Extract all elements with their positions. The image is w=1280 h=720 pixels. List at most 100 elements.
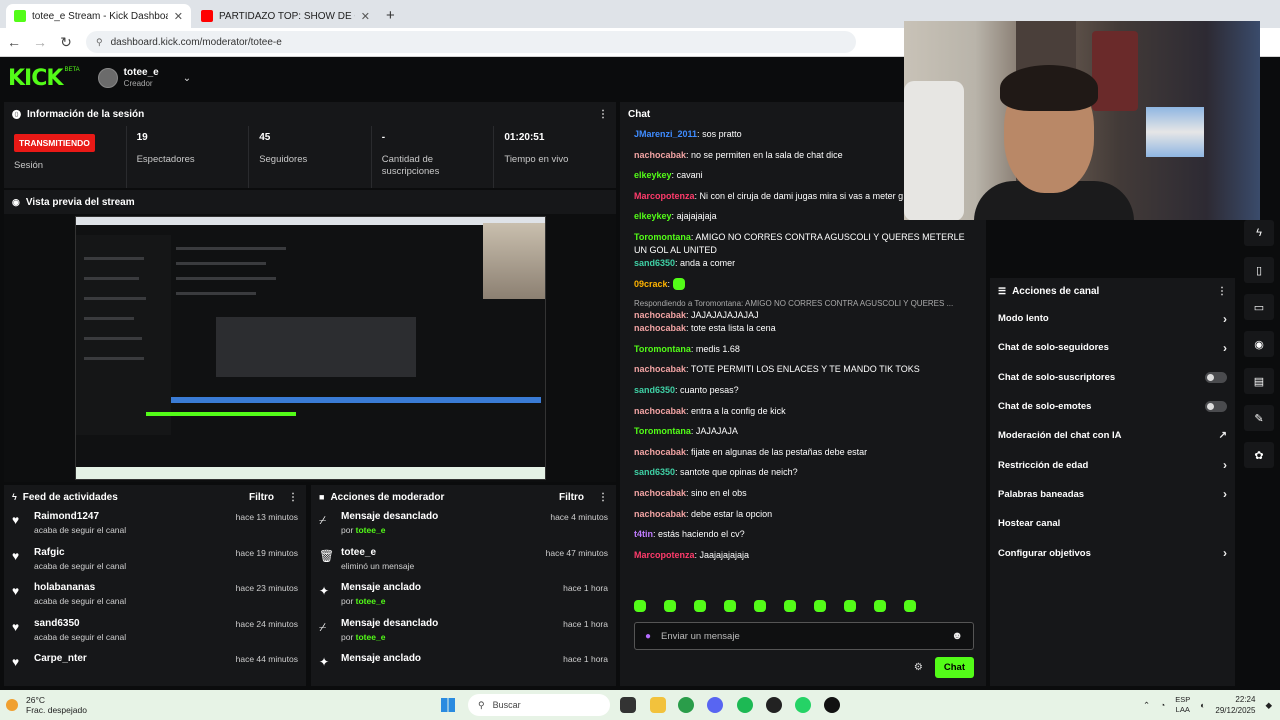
obs-icon[interactable] bbox=[766, 697, 782, 713]
clock[interactable]: 22:24 29/12/2025 bbox=[1215, 694, 1255, 716]
feed-user[interactable]: Carpe_nter bbox=[34, 653, 236, 664]
browser-tab-youtube[interactable]: PARTIDAZO TOP: SHOW DE GO ✕ bbox=[193, 4, 378, 28]
channel-action-configurar-objetivos[interactable]: Configurar objetivos › bbox=[990, 538, 1235, 567]
browser-tab-kick[interactable]: totee_e Stream - Kick Dashboa ✕ bbox=[6, 4, 191, 28]
bolt-icon[interactable]: ϟ bbox=[1244, 220, 1274, 246]
chat-username[interactable]: JMarenzi_2011 bbox=[634, 129, 697, 139]
mod-user[interactable]: totee_e bbox=[356, 632, 386, 642]
chat-username[interactable]: t4tin bbox=[634, 529, 653, 539]
feed-user[interactable]: Rafgic bbox=[34, 547, 236, 558]
user-menu[interactable]: totee_e Creador bbox=[124, 67, 159, 89]
wifi-icon[interactable]: ◔ bbox=[1160, 700, 1165, 710]
emote-icon[interactable] bbox=[874, 600, 886, 612]
more-options-icon[interactable]: ⋮ bbox=[288, 492, 298, 503]
chat-username[interactable]: sand6350 bbox=[634, 385, 675, 395]
spotify-icon[interactable] bbox=[737, 697, 753, 713]
chat-username[interactable]: nachocabak bbox=[634, 150, 686, 160]
emote-icon[interactable] bbox=[754, 600, 766, 612]
site-info-icon[interactable]: ⚲ bbox=[96, 37, 103, 48]
feed-user[interactable]: holabananas bbox=[34, 582, 236, 593]
emote-icon[interactable] bbox=[634, 600, 646, 612]
chat-message[interactable]: t4tin: estás haciendo el cv? bbox=[634, 528, 972, 549]
channel-action-restricci-n-de-edad[interactable]: Restricción de edad › bbox=[990, 450, 1235, 479]
emote-icon[interactable] bbox=[904, 600, 916, 612]
settings-icon[interactable]: ✿ bbox=[1244, 442, 1274, 468]
channel-action-chat-de-solo-emotes[interactable]: Chat de solo-emotes bbox=[990, 392, 1235, 421]
mod-action-name[interactable]: totee_e bbox=[341, 547, 546, 558]
chat-message[interactable]: nachocabak: TOTE PERMITI LOS ENLACES Y T… bbox=[634, 363, 972, 384]
chat-message[interactable]: sand6350: santote que opinas de neich? bbox=[634, 466, 972, 487]
taskbar-search[interactable]: ⚲ Buscar bbox=[468, 694, 610, 716]
chat-username[interactable]: nachocabak bbox=[634, 406, 686, 416]
chat-message[interactable]: Respondiendo a Toromontana: AMIGO NO COR… bbox=[634, 298, 972, 322]
emote-icon[interactable] bbox=[784, 600, 796, 612]
feed-user[interactable]: sand6350 bbox=[34, 618, 236, 629]
feed-filter-button[interactable]: Filtro bbox=[249, 492, 274, 503]
avatar[interactable] bbox=[97, 68, 118, 88]
channel-action-palabras-baneadas[interactable]: Palabras baneadas › bbox=[990, 480, 1235, 509]
chat-username[interactable]: nachocabak bbox=[634, 323, 686, 333]
more-options-icon[interactable]: ⋮ bbox=[598, 492, 608, 503]
chat-message[interactable]: Toromontana: medis 1.68 bbox=[634, 343, 972, 364]
kick-logo[interactable]: KICK bbox=[8, 66, 63, 91]
chat-message[interactable]: nachocabak: debe estar la opcion bbox=[634, 508, 972, 529]
chat-message[interactable]: 09crack: bbox=[634, 278, 972, 299]
chat-message[interactable]: nachocabak: tote esta lista la cena bbox=[634, 322, 972, 343]
language-indicator[interactable]: ESP LAA bbox=[1175, 695, 1190, 715]
chat-bubble-icon[interactable]: ▭ bbox=[1244, 294, 1274, 320]
chat-message[interactable]: nachocabak: sino en el obs bbox=[634, 487, 972, 508]
chat-input[interactable]: ● Enviar un mensaje ☻ bbox=[634, 622, 974, 650]
weather-widget[interactable]: 26°C Frac. despejado bbox=[6, 695, 87, 715]
emote-icon[interactable] bbox=[664, 600, 676, 612]
toggle-switch[interactable] bbox=[1205, 371, 1227, 383]
mod-user[interactable]: totee_e bbox=[356, 596, 386, 606]
broadcast-icon[interactable]: ◉ bbox=[1244, 331, 1274, 357]
chevron-down-icon[interactable]: ⌄ bbox=[183, 73, 191, 84]
emoji-icon[interactable]: ☻ bbox=[951, 630, 963, 642]
chat-message[interactable]: Marcopotenza: Jaajajajajaja bbox=[634, 549, 972, 570]
chat-username[interactable]: elkeykey bbox=[634, 211, 672, 221]
send-chat-button[interactable]: Chat bbox=[934, 656, 974, 678]
emote-icon[interactable] bbox=[694, 600, 706, 612]
emote-icon[interactable] bbox=[844, 600, 856, 612]
folder-icon[interactable] bbox=[650, 697, 666, 713]
chat-message[interactable]: Toromontana: AMIGO NO CORRES CONTRA AGUS… bbox=[634, 231, 972, 257]
feed-user[interactable]: Raimond1247 bbox=[34, 511, 236, 522]
chat-username[interactable]: Marcopotenza bbox=[634, 191, 695, 201]
channel-action-chat-de-solo-seguidores[interactable]: Chat de solo-seguidores › bbox=[990, 333, 1235, 362]
chat-username[interactable]: nachocabak bbox=[634, 488, 686, 498]
windows-start-icon[interactable] bbox=[441, 698, 455, 712]
phone-icon[interactable]: ▯ bbox=[1244, 257, 1274, 283]
chrome-icon[interactable] bbox=[678, 697, 694, 713]
url-input[interactable]: ⚲ dashboard.kick.com/moderator/totee-e bbox=[86, 31, 856, 53]
forward-icon[interactable]: → bbox=[28, 34, 52, 50]
chat-username[interactable]: Toromontana bbox=[634, 426, 691, 436]
chat-message[interactable]: sand6350: anda a comer bbox=[634, 257, 972, 278]
more-options-icon[interactable]: ⋮ bbox=[598, 109, 608, 120]
chat-username[interactable]: nachocabak bbox=[634, 364, 686, 374]
new-tab-icon[interactable]: + bbox=[380, 7, 401, 28]
close-tab-icon[interactable]: ✕ bbox=[361, 10, 370, 23]
notifications-icon[interactable]: ◆ bbox=[1265, 700, 1272, 711]
tiktok-icon[interactable] bbox=[824, 697, 840, 713]
mod-user[interactable]: totee_e bbox=[356, 525, 386, 535]
emote-icon[interactable] bbox=[724, 600, 736, 612]
chat-username[interactable]: nachocabak bbox=[634, 447, 686, 457]
channel-action-chat-de-solo-suscriptores[interactable]: Chat de solo-suscriptores bbox=[990, 363, 1235, 392]
discord-icon[interactable] bbox=[707, 697, 723, 713]
chat-message[interactable]: Toromontana: JAJAJAJA bbox=[634, 425, 972, 446]
layout-icon[interactable]: ▤ bbox=[1244, 368, 1274, 394]
chat-username[interactable]: sand6350 bbox=[634, 258, 675, 268]
chat-username[interactable]: nachocabak bbox=[634, 509, 686, 519]
file-explorer-icon[interactable] bbox=[620, 697, 636, 713]
wrench-icon[interactable]: ✎ bbox=[1244, 405, 1274, 431]
back-icon[interactable]: ← bbox=[2, 34, 26, 50]
volume-icon[interactable]: ◐ bbox=[1200, 700, 1205, 710]
chevron-up-icon[interactable]: ⌃ bbox=[1143, 700, 1150, 711]
chat-username[interactable]: 09crack bbox=[634, 279, 668, 289]
whatsapp-icon[interactable] bbox=[795, 697, 811, 713]
chat-message[interactable]: nachocabak: fijate en algunas de las pes… bbox=[634, 446, 972, 467]
microphone-icon[interactable]: ● bbox=[645, 631, 651, 642]
reply-context[interactable]: Respondiendo a Toromontana: AMIGO NO COR… bbox=[634, 298, 972, 309]
modactions-filter-button[interactable]: Filtro bbox=[559, 492, 584, 503]
